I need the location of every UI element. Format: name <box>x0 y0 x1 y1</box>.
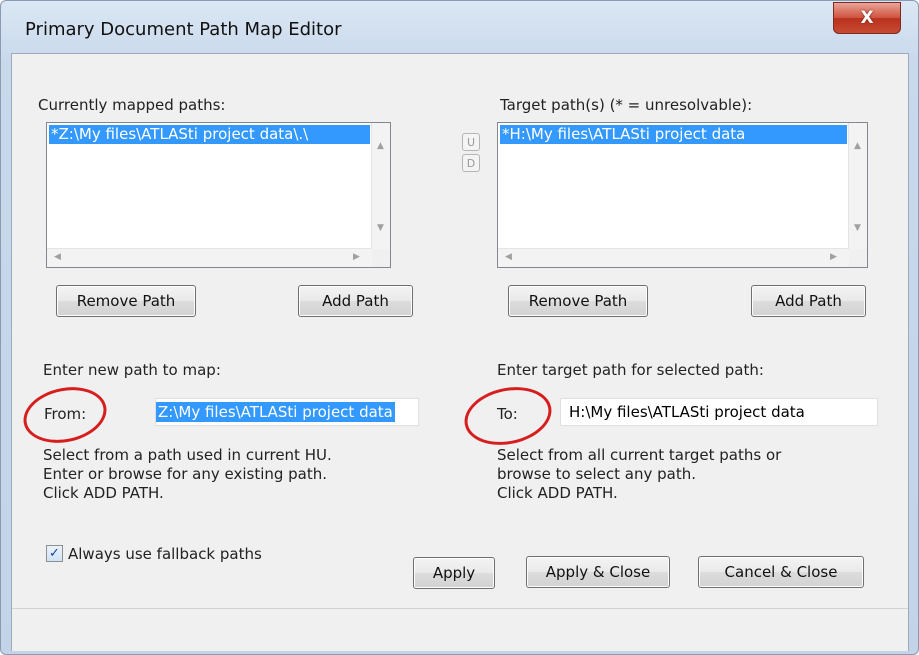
cancel-close-button[interactable]: Cancel & Close <box>698 556 864 588</box>
target-paths-list[interactable]: *H:\My files\ATLASti project data ▲ ▼ ◀ … <box>497 122 868 268</box>
vertical-scrollbar[interactable]: ▲ ▼ <box>848 123 867 249</box>
to-help-text: Select from all current target paths or … <box>497 446 782 502</box>
scroll-corner <box>849 249 867 267</box>
from-help-text: Select from a path used in current HU. E… <box>43 446 332 502</box>
vertical-scrollbar[interactable]: ▲ ▼ <box>371 123 390 249</box>
from-path-value: Z:\My files\ATLASti project data <box>156 402 395 422</box>
right-add-path-button[interactable]: Add Path <box>751 285 866 317</box>
target-path-label: Enter target path for selected path: <box>497 361 764 379</box>
mapped-paths-list[interactable]: *Z:\My files\ATLASti project data\.\ ▲ ▼… <box>46 122 391 268</box>
apply-button[interactable]: Apply <box>413 557 495 589</box>
scroll-down-icon[interactable]: ▼ <box>854 223 861 233</box>
to-path-input[interactable]: H:\My files\ATLASti project data <box>560 398 878 426</box>
new-path-label: Enter new path to map: <box>43 361 221 379</box>
target-paths-label: Target path(s) (* = unresolvable): <box>500 96 753 114</box>
scroll-down-icon[interactable]: ▼ <box>377 223 384 233</box>
annotation-circle-to <box>459 379 557 453</box>
dialog-client-area: Currently mapped paths: *Z:\My files\ATL… <box>11 53 909 651</box>
scroll-right-icon[interactable]: ▶ <box>353 252 360 262</box>
close-button[interactable]: X <box>833 2 901 34</box>
fallback-label: Always use fallback paths <box>68 545 262 563</box>
mapped-paths-label: Currently mapped paths: <box>38 96 226 114</box>
close-icon: X <box>860 8 874 28</box>
scroll-corner <box>372 249 390 267</box>
apply-close-button[interactable]: Apply & Close <box>526 556 670 588</box>
horizontal-scrollbar[interactable]: ◀ ▶ <box>498 248 849 267</box>
left-add-path-button[interactable]: Add Path <box>298 285 413 317</box>
right-remove-path-button[interactable]: Remove Path <box>508 285 648 317</box>
scroll-up-icon[interactable]: ▲ <box>377 141 384 151</box>
horizontal-scrollbar[interactable]: ◀ ▶ <box>47 248 372 267</box>
annotation-circle-from <box>18 379 112 451</box>
fallback-checkbox[interactable]: ✓ <box>46 545 63 562</box>
left-remove-path-button[interactable]: Remove Path <box>56 285 196 317</box>
from-path-input[interactable]: Z:\My files\ATLASti project data <box>155 398 419 426</box>
list-item[interactable]: *H:\My files\ATLASti project data <box>500 125 847 144</box>
dialog-window: Primary Document Path Map Editor X Curre… <box>0 0 919 655</box>
scroll-right-icon[interactable]: ▶ <box>830 252 837 262</box>
window-title: Primary Document Path Map Editor <box>25 19 342 40</box>
checkmark-icon: ✓ <box>49 546 60 561</box>
list-item[interactable]: *Z:\My files\ATLASti project data\.\ <box>49 125 370 144</box>
move-down-button[interactable]: D <box>462 154 480 172</box>
scroll-left-icon[interactable]: ◀ <box>505 252 512 262</box>
move-up-button[interactable]: U <box>462 133 480 151</box>
scroll-up-icon[interactable]: ▲ <box>854 141 861 151</box>
scroll-left-icon[interactable]: ◀ <box>54 252 61 262</box>
status-bar <box>12 608 908 651</box>
